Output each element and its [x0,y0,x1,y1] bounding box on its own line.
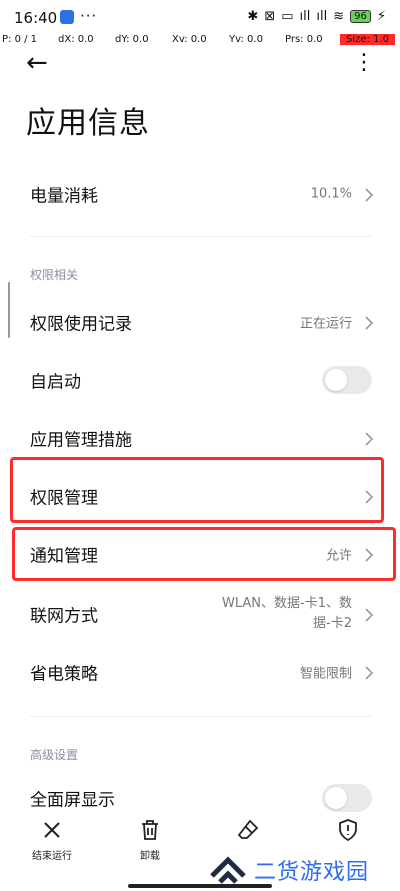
row-value: 正在运行 [299,316,352,332]
chevron-right-icon [362,315,376,330]
back-icon[interactable]: ← [26,50,54,78]
debug-xv: Xv: 0.0 [172,34,207,45]
row-label: 权限管理 [30,488,98,509]
debug-pointer: P: 0 / 1 [2,34,38,45]
chevron-right-icon [362,665,376,680]
uninstall-label: 卸载 [140,851,160,862]
row-value: 允许 [325,548,352,564]
clock: 16:40 [14,9,58,27]
chevron-right-icon [362,607,376,622]
signal-icon: ıll [299,9,311,24]
row-label: 权限使用记录 [30,314,132,335]
home-indicator[interactable] [128,884,272,888]
stop-button[interactable]: 结束运行 [2,812,102,863]
watermark: 二货游戏园 [208,852,398,888]
row-value: 10.1% [310,186,352,202]
battery-indicator: 96 [350,10,371,23]
signal-icon-2: ıll [316,9,328,24]
debug-size: Size: 1.0 [340,34,395,45]
row-label: 通知管理 [30,546,98,567]
battery-usage-row[interactable]: 电量消耗 10.1% [0,166,400,222]
watermark-logo-icon [210,856,246,884]
debug-yv: Yv: 0.0 [229,34,263,45]
power-saving-row[interactable]: 省电策略 智能限制 [0,644,400,700]
network-mode-row[interactable]: 联网方式 WLAN、数据-卡1、数 据-卡2 [0,584,400,644]
divider [30,716,372,717]
notification-management-row[interactable]: 通知管理 允许 [0,526,400,582]
permission-management-row[interactable]: 权限管理 [0,468,400,524]
stop-label: 结束运行 [32,851,72,862]
row-label: 电量消耗 [30,186,98,207]
more-options-icon[interactable]: ⋮ [352,50,376,78]
chevron-right-icon [362,489,376,504]
row-label: 联网方式 [30,606,98,627]
charging-icon: ⚡ [376,9,386,24]
security-button[interactable] [298,812,398,844]
screen-icon: ▭ [281,9,294,24]
chevron-right-icon [362,187,376,202]
more-notifications-icon: ··· [80,7,98,25]
autostart-toggle[interactable] [322,366,372,394]
row-label: 自启动 [30,372,81,393]
nfc-icon: ⊠ [264,9,276,24]
app-notification-icon [60,10,74,24]
status-bar: 16:40 ··· ✱ ⊠ ▭ ıll ıll ≋ 96 ⚡ [0,0,400,36]
status-icons: ✱ ⊠ ▭ ıll ıll ≋ 96 ⚡ [247,9,386,24]
shield-icon [339,819,357,842]
row-value: WLAN、数据-卡1、数 据-卡2 [222,594,352,634]
row-label: 全面屏显示 [30,790,115,811]
page-title: 应用信息 [26,106,150,141]
watermark-text: 二货游戏园 [254,860,370,885]
clear-data-button[interactable] [198,812,298,844]
debug-prs: Prs: 0.0 [285,34,323,45]
section-header-permissions: 权限相关 [30,268,79,282]
trash-icon [142,820,158,840]
pointer-debug-bar: P: 0 / 1 dX: 0.0 dY: 0.0 Xv: 0.0 Yv: 0.0… [0,34,400,48]
row-value: 智能限制 [299,666,352,682]
bluetooth-icon: ✱ [247,9,259,24]
close-icon [44,822,60,838]
toggle-knob [325,787,347,809]
eraser-icon [237,819,259,839]
fullscreen-toggle[interactable] [322,784,372,812]
debug-dx: dX: 0.0 [58,34,94,45]
row-label: 应用管理措施 [30,430,132,451]
chevron-right-icon [362,431,376,446]
toggle-knob [325,369,347,391]
network-value-line1: WLAN、数据-卡1、数 [222,596,352,611]
wifi-icon: ≋ [333,9,345,24]
autostart-row: 自启动 [0,352,400,408]
row-label: 省电策略 [30,664,98,685]
permission-usage-row[interactable]: 权限使用记录 正在运行 [0,294,400,350]
debug-dy: dY: 0.0 [115,34,149,45]
divider [30,236,372,237]
chevron-right-icon [362,547,376,562]
section-header-advanced: 高级设置 [30,748,79,762]
uninstall-button[interactable]: 卸载 [100,812,200,863]
network-value-line2: 据-卡2 [313,616,352,631]
